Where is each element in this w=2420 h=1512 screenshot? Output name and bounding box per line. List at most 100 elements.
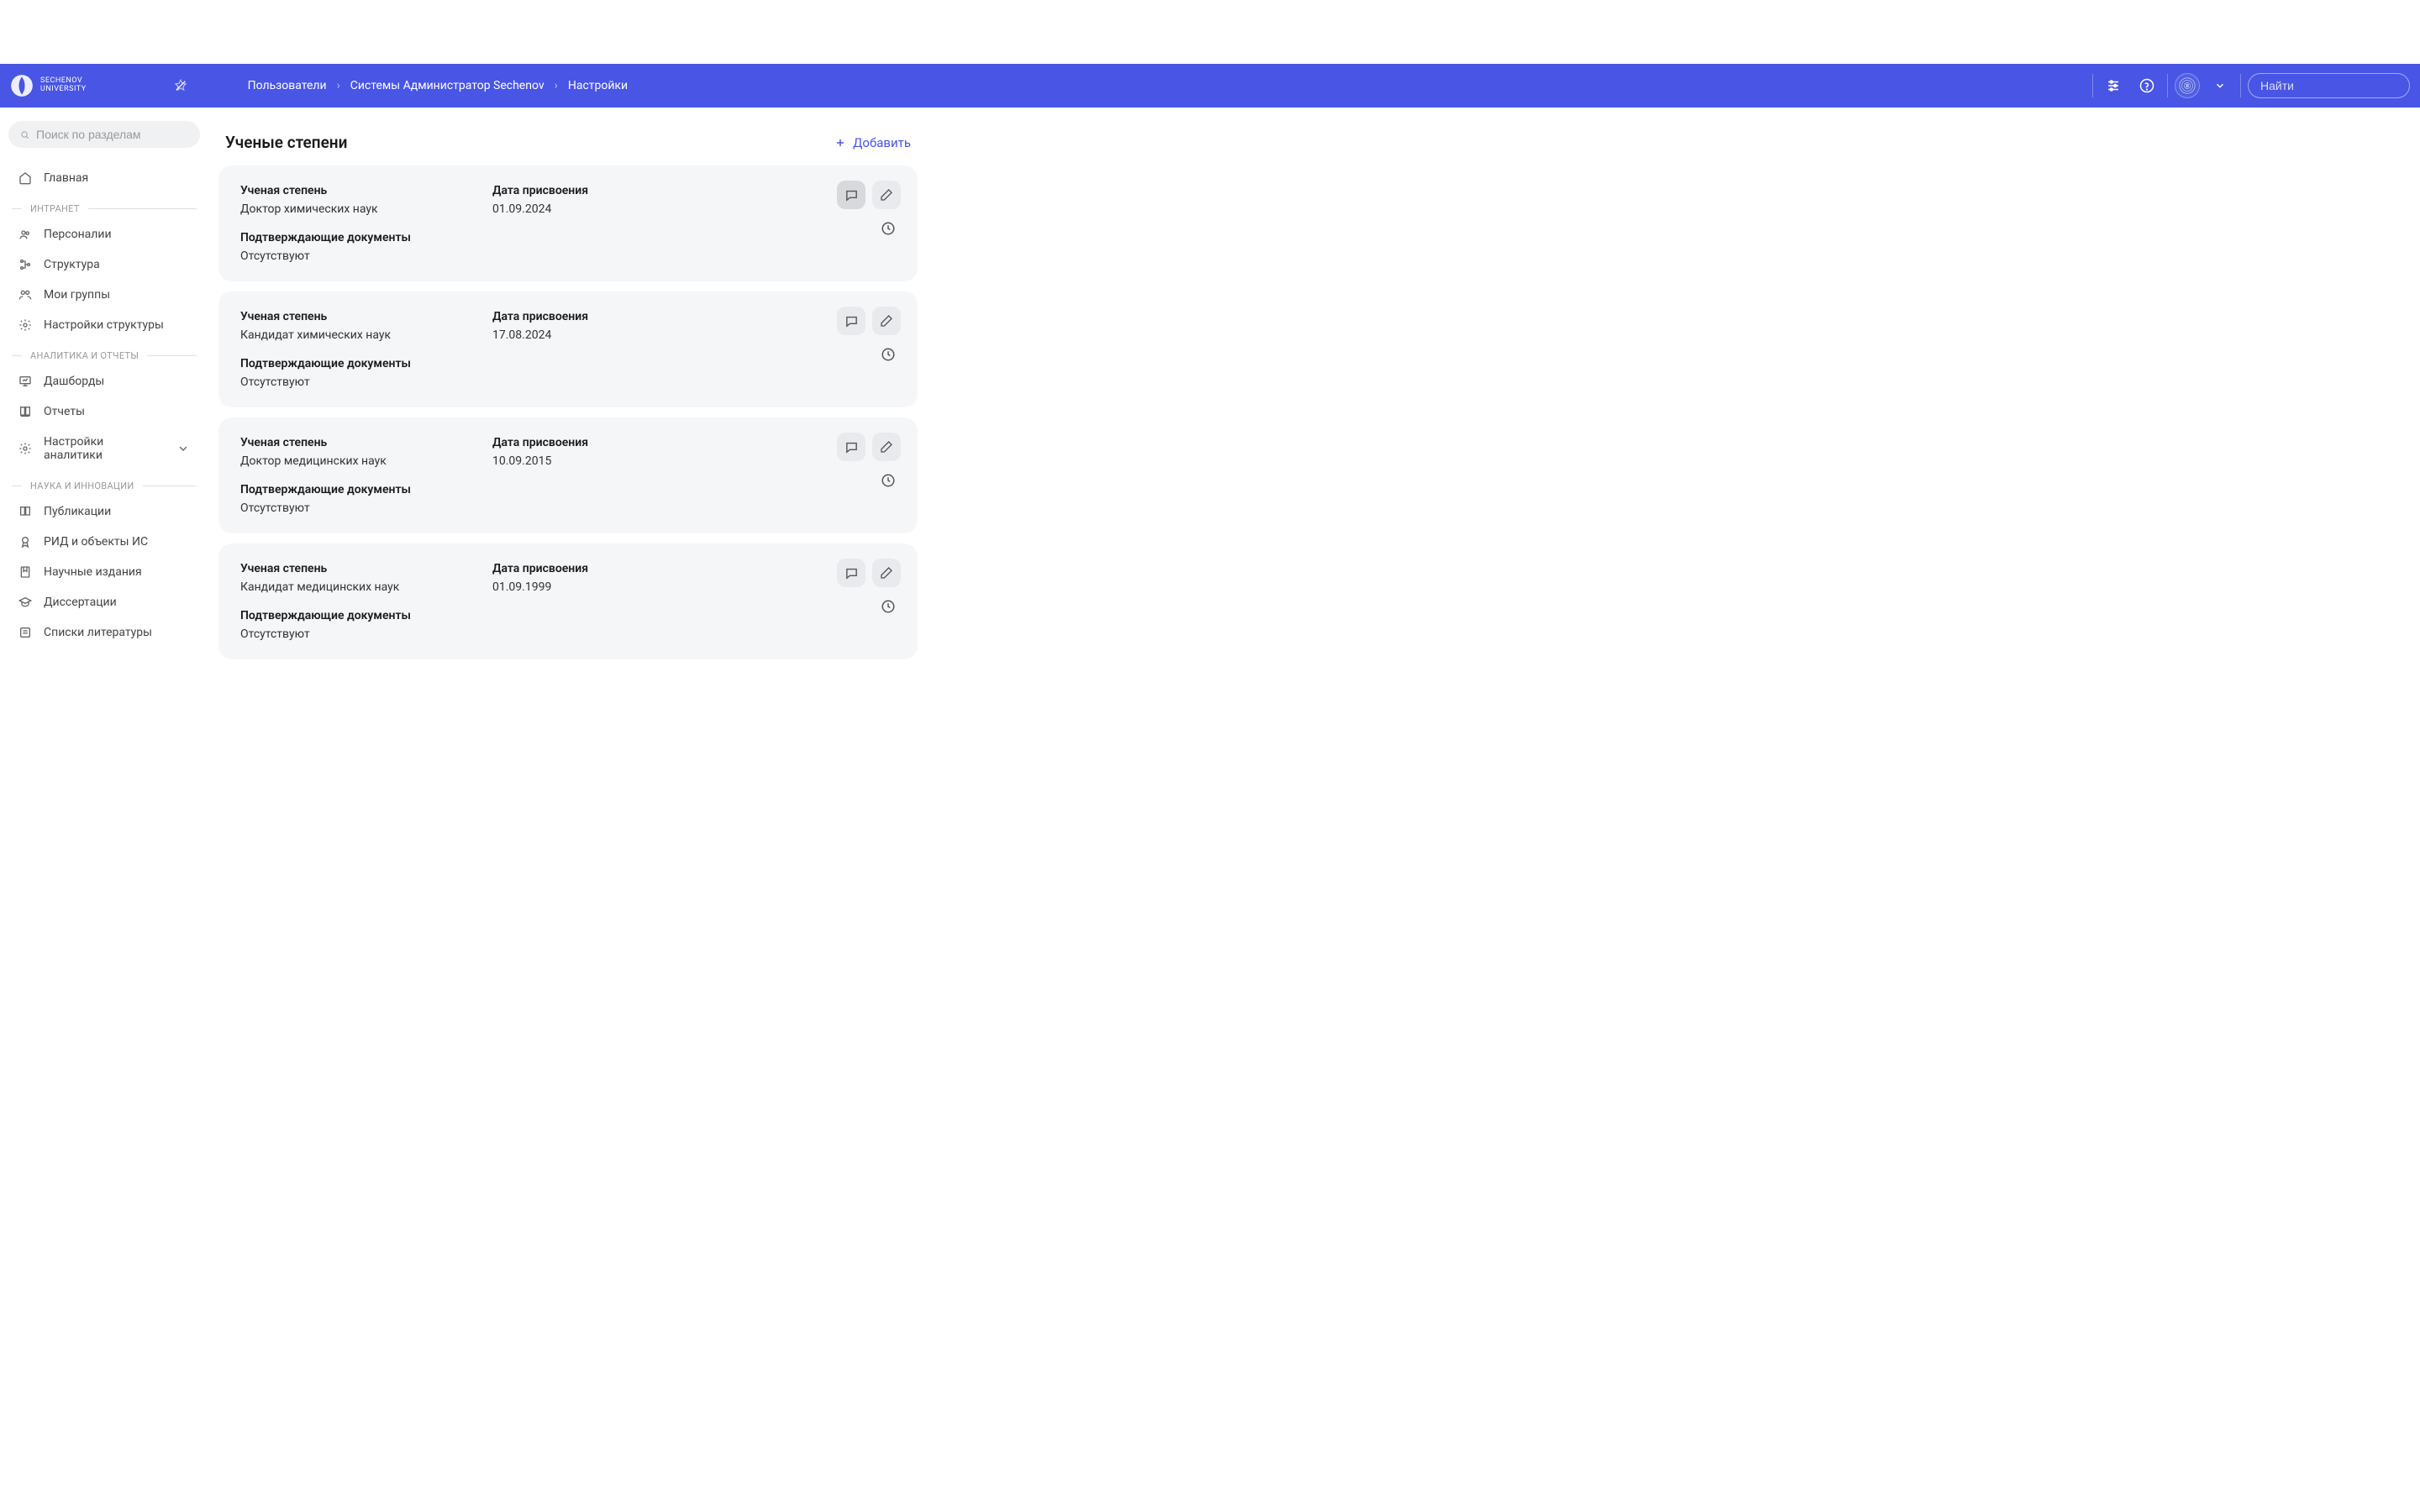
divider <box>2240 74 2241 97</box>
sidebar-item-label: Диссертации <box>44 596 117 609</box>
breadcrumb-item-0[interactable]: Пользователи <box>248 79 327 92</box>
docs-value: Отсутствуют <box>240 375 442 389</box>
search-input[interactable] <box>2260 79 2412 92</box>
degree-label: Ученая степень <box>240 436 442 449</box>
comment-button[interactable] <box>837 433 865 461</box>
comment-icon <box>844 566 859 580</box>
breadcrumb: Пользователи › Системы Администратор Sec… <box>248 79 628 92</box>
date-value: 01.09.1999 <box>492 580 694 594</box>
nav-group-science: НАУКА И ИННОВАЦИИ <box>8 470 200 496</box>
award-icon <box>18 535 32 549</box>
clock-icon <box>881 473 896 488</box>
users-icon <box>18 228 32 241</box>
degree-value: Кандидат медицинских наук <box>240 580 442 594</box>
chevron-down-icon[interactable] <box>2207 72 2233 99</box>
comment-button[interactable] <box>837 559 865 587</box>
comment-button[interactable] <box>837 307 865 335</box>
sidebar-item-ip[interactable]: РИД и объекты ИС <box>8 527 200 557</box>
history-icon[interactable] <box>881 221 896 239</box>
sidebar-item-label: РИД и объекты ИС <box>44 535 148 549</box>
book-icon <box>18 505 32 518</box>
graduation-icon <box>18 596 32 609</box>
group-icon <box>18 288 32 302</box>
comment-icon <box>844 188 859 202</box>
bookmark-icon <box>18 565 32 579</box>
plus-icon <box>834 137 846 149</box>
sidebar-item-label: Списки литературы <box>44 626 152 639</box>
sidebar-item-label: Главная <box>44 171 88 185</box>
clock-icon <box>881 599 896 614</box>
logo[interactable]: SECHENOV UNIVERSITY <box>10 74 87 97</box>
sidebar-item-label: Структура <box>44 258 100 271</box>
chevron-right-icon: › <box>555 79 558 92</box>
date-value: 17.08.2024 <box>492 328 694 342</box>
edit-button[interactable] <box>872 433 901 461</box>
degree-card: Ученая степень Доктор химических наук Да… <box>218 165 918 281</box>
sidebar-item-analytics-settings[interactable]: Настройки аналитики <box>8 427 200 470</box>
comment-icon <box>844 314 859 328</box>
sidebar-item-dashboards[interactable]: Дашборды <box>8 366 200 396</box>
history-icon[interactable] <box>881 473 896 491</box>
edit-button[interactable] <box>872 559 901 587</box>
sidebar-item-label: Мои группы <box>44 288 110 302</box>
pencil-icon <box>880 566 893 580</box>
sidebar-item-label: Научные издания <box>44 565 142 579</box>
help-icon[interactable] <box>2133 72 2160 99</box>
docs-label: Подтверждающие документы <box>240 231 442 244</box>
edit-button[interactable] <box>872 307 901 335</box>
sidebar-item-structure[interactable]: Структура <box>8 249 200 280</box>
logo-icon <box>10 74 34 97</box>
sidebar-item-groups[interactable]: Мои группы <box>8 280 200 310</box>
breadcrumb-item-1[interactable]: Системы Администратор Sechenov <box>350 79 544 92</box>
clock-icon <box>881 221 896 236</box>
divider <box>2092 74 2093 97</box>
sidebar-item-reports[interactable]: Отчеты <box>8 396 200 427</box>
degree-label: Ученая степень <box>240 310 442 323</box>
sidebar-item-journals[interactable]: Научные издания <box>8 557 200 587</box>
sidebar-item-publications[interactable]: Публикации <box>8 496 200 527</box>
degree-label: Ученая степень <box>240 184 442 197</box>
comment-button[interactable] <box>837 181 865 209</box>
list-icon <box>18 626 32 639</box>
date-label: Дата присвоения <box>492 184 694 197</box>
date-label: Дата присвоения <box>492 436 694 449</box>
degree-card: Ученая степень Доктор медицинских наук Д… <box>218 417 918 533</box>
pencil-icon <box>880 440 893 454</box>
history-icon[interactable] <box>881 599 896 617</box>
nav-group-analytics: АНАЛИТИКА И ОТЧЕТЫ <box>8 340 200 366</box>
edit-button[interactable] <box>872 181 901 209</box>
sidebar-item-label: Публикации <box>44 505 111 518</box>
sidebar-item-structure-settings[interactable]: Настройки структуры <box>8 310 200 340</box>
sidebar: Главная ИНТРАНЕТ Персоналии Структура Мо… <box>0 108 208 683</box>
pin-icon[interactable] <box>167 72 194 99</box>
avatar[interactable] <box>2175 73 2200 98</box>
global-search[interactable] <box>2248 73 2410 98</box>
add-button[interactable]: Добавить <box>834 135 911 150</box>
add-button-label: Добавить <box>853 135 911 150</box>
clock-icon <box>881 347 896 362</box>
nav-group-intranet: ИНТРАНЕТ <box>8 193 200 219</box>
sidebar-item-label: Дашборды <box>44 375 104 388</box>
search-icon <box>20 129 29 141</box>
degree-value: Кандидат химических наук <box>240 328 442 342</box>
chevron-right-icon: › <box>337 79 340 92</box>
sidebar-item-dissertations[interactable]: Диссертации <box>8 587 200 617</box>
docs-label: Подтверждающие документы <box>240 609 442 622</box>
sidebar-search-input[interactable] <box>36 128 188 141</box>
presentation-icon <box>18 375 32 388</box>
docs-label: Подтверждающие документы <box>240 357 442 370</box>
comment-icon <box>844 440 859 454</box>
history-icon[interactable] <box>881 347 896 365</box>
sidebar-item-home[interactable]: Главная <box>8 163 200 193</box>
nav-group-label: АНАЛИТИКА И ОТЧЕТЫ <box>30 350 139 361</box>
sidebar-search[interactable] <box>8 121 200 148</box>
divider <box>2167 74 2168 97</box>
sidebar-item-personnel[interactable]: Персоналии <box>8 219 200 249</box>
date-label: Дата присвоения <box>492 310 694 323</box>
date-value: 01.09.2024 <box>492 202 694 216</box>
sidebar-item-bibliography[interactable]: Списки литературы <box>8 617 200 648</box>
gear-icon <box>18 442 32 455</box>
breadcrumb-item-2[interactable]: Настройки <box>568 79 628 92</box>
settings-sliders-icon[interactable] <box>2100 72 2127 99</box>
date-label: Дата присвоения <box>492 562 694 575</box>
